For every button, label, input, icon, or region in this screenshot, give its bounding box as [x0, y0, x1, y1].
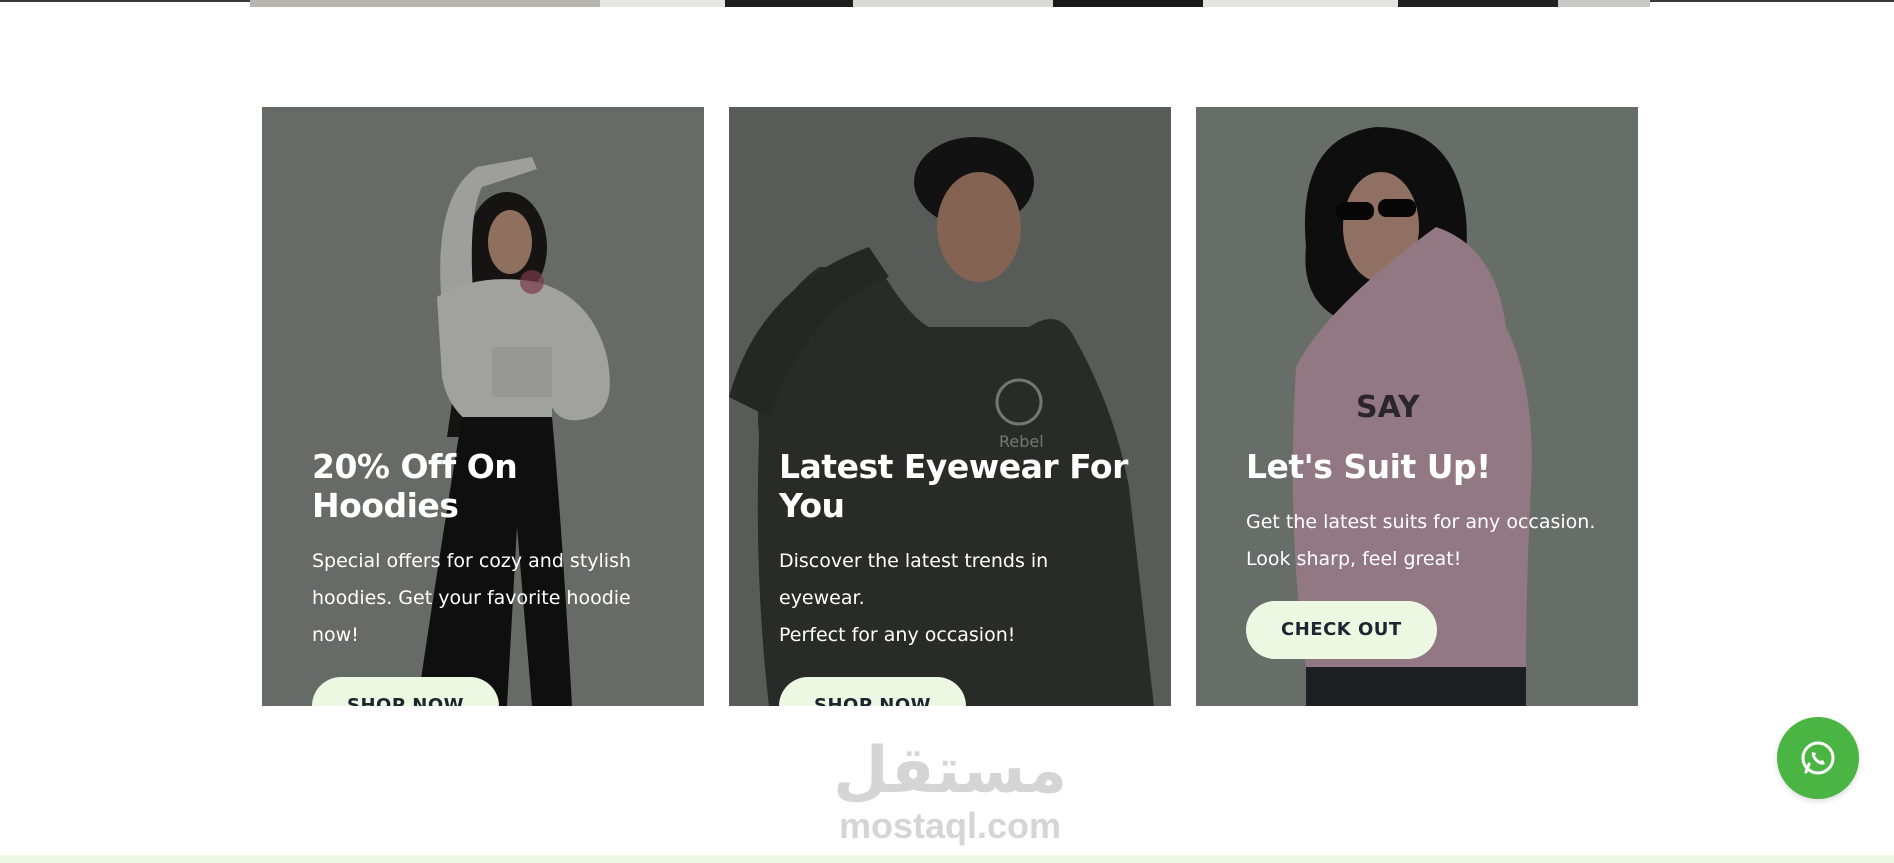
card-description: Discover the latest trends in eyewear. P…: [779, 543, 1139, 654]
card-description-line: Special offers for cozy and stylish: [312, 550, 632, 572]
promo-card-suits[interactable]: SAY Let's Suit Up! Get the latest suits …: [1196, 107, 1638, 706]
shop-now-button[interactable]: SHOP NOW: [779, 677, 967, 706]
whatsapp-icon: [1801, 741, 1835, 775]
card-description-line: Discover the latest trends in eyewear.: [779, 550, 1049, 609]
card-description-line: Perfect for any occasion!: [779, 624, 1016, 646]
whatsapp-button[interactable]: [1777, 717, 1859, 799]
watermark-latin: mostaql.com: [838, 805, 1062, 846]
promo-cards: 20% Off On Hoodies Special offers for co…: [262, 107, 1638, 706]
shop-now-button[interactable]: SHOP NOW: [312, 677, 500, 706]
card-content: 20% Off On Hoodies Special offers for co…: [312, 447, 674, 706]
footer-edge: [0, 855, 1894, 863]
card-description-line: Look sharp, feel great!: [1246, 548, 1462, 570]
card-title: 20% Off On Hoodies: [312, 447, 518, 525]
mostaql-watermark: مستقل mostaql.com: [810, 735, 1090, 845]
check-out-button[interactable]: CHECK OUT: [1246, 601, 1437, 659]
card-description-line: hoodies. Get your favorite hoodie now!: [312, 587, 631, 646]
card-description: Special offers for cozy and stylish hood…: [312, 543, 672, 654]
card-description: Get the latest suits for any occasion. L…: [1246, 504, 1606, 578]
card-content: Let's Suit Up! Get the latest suits for …: [1246, 447, 1608, 659]
card-title: Let's Suit Up!: [1246, 447, 1491, 486]
watermark-arabic: مستقل: [832, 734, 1068, 808]
card-content: Latest Eyewear For You Discover the late…: [779, 447, 1141, 706]
promo-card-eyewear[interactable]: Rebel Latest Eyewear For You Discover th…: [729, 107, 1171, 706]
card-description-line: Get the latest suits for any occasion.: [1246, 511, 1596, 533]
card-title: Latest Eyewear For You: [779, 447, 1128, 525]
carousel-edge-strip: [250, 0, 1650, 7]
promo-card-hoodies[interactable]: 20% Off On Hoodies Special offers for co…: [262, 107, 704, 706]
